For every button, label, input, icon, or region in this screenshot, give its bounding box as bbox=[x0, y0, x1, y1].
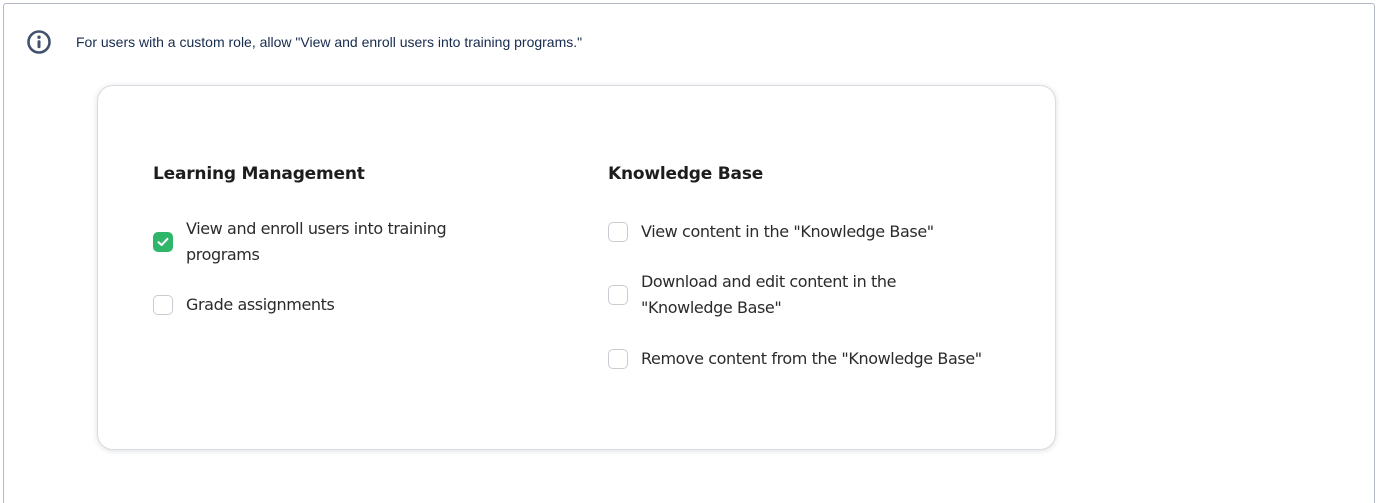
section-title-knowledge-base: Knowledge Base bbox=[608, 164, 764, 184]
info-icon bbox=[26, 29, 52, 55]
checkbox-remove-knowledge-base[interactable] bbox=[608, 349, 628, 369]
permissions-card: Learning Management View and enroll user… bbox=[97, 85, 1056, 450]
permission-label[interactable]: View and enroll users into training prog… bbox=[186, 216, 506, 268]
permission-view-knowledge-base[interactable]: View content in the "Knowledge Base" bbox=[608, 219, 934, 245]
permission-label[interactable]: Grade assignments bbox=[186, 292, 335, 318]
checkbox-download-edit-knowledge-base[interactable] bbox=[608, 285, 628, 305]
section-title-learning-management: Learning Management bbox=[153, 164, 365, 184]
permission-view-enroll-training[interactable]: View and enroll users into training prog… bbox=[153, 216, 506, 268]
learning-management-section: Learning Management View and enroll user… bbox=[153, 164, 533, 315]
checkmark-icon bbox=[157, 237, 169, 246]
checkbox-grade-assignments[interactable] bbox=[153, 295, 173, 315]
info-message: For users with a custom role, allow "Vie… bbox=[76, 34, 583, 50]
permission-remove-knowledge-base[interactable]: Remove content from the "Knowledge Base" bbox=[608, 346, 982, 372]
permission-grade-assignments[interactable]: Grade assignments bbox=[153, 292, 335, 318]
permission-label[interactable]: View content in the "Knowledge Base" bbox=[641, 219, 934, 245]
permission-download-edit-knowledge-base[interactable]: Download and edit content in the "Knowle… bbox=[608, 269, 961, 321]
checkbox-view-knowledge-base[interactable] bbox=[608, 222, 628, 242]
knowledge-base-section: Knowledge Base View content in the "Know… bbox=[608, 164, 1048, 369]
info-panel: For users with a custom role, allow "Vie… bbox=[3, 3, 1375, 503]
checkbox-view-enroll-training[interactable] bbox=[153, 232, 173, 252]
permission-label[interactable]: Remove content from the "Knowledge Base" bbox=[641, 346, 982, 372]
permission-label[interactable]: Download and edit content in the "Knowle… bbox=[641, 269, 961, 321]
